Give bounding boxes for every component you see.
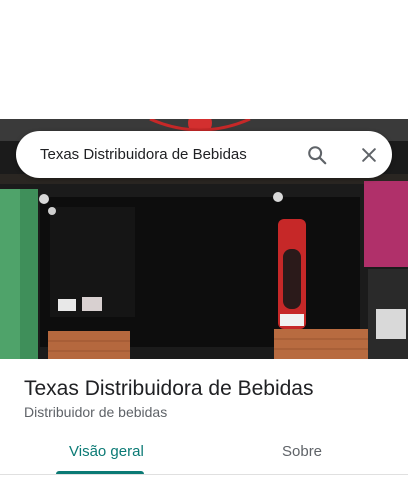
search-input[interactable]: Texas Distribuidora de Bebidas: [40, 131, 247, 178]
tab-overview[interactable]: Visão geral: [69, 443, 144, 460]
tab-about[interactable]: Sobre: [282, 443, 322, 460]
place-category: Distribuidor de bebidas: [24, 404, 168, 420]
place-title: Texas Distribuidora de Bebidas: [24, 377, 314, 400]
search-bar[interactable]: Texas Distribuidora de Bebidas: [16, 131, 392, 178]
tabs-divider: [0, 474, 408, 475]
search-icon[interactable]: [304, 142, 330, 168]
close-icon[interactable]: [356, 142, 382, 168]
